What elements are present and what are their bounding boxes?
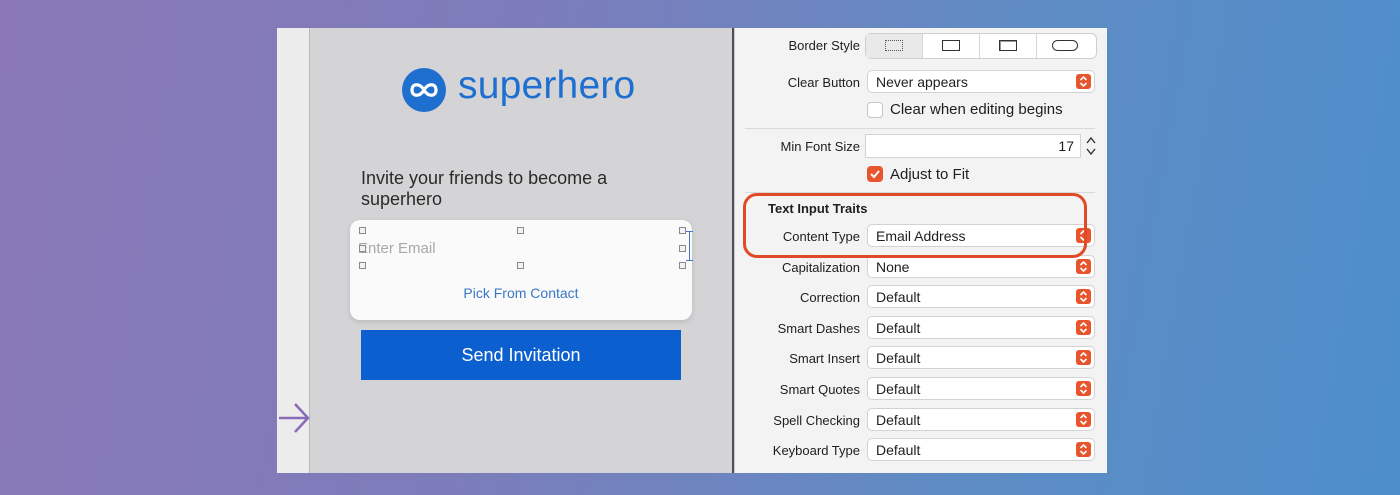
correction-value: Default — [876, 289, 921, 305]
popup-chevron-icon — [1076, 442, 1091, 457]
keyboard-type-value: Default — [876, 442, 921, 458]
email-text-field[interactable]: Enter Email — [358, 240, 436, 257]
clear-button-value: Never appears — [876, 74, 968, 90]
popup-chevron-icon — [1076, 259, 1091, 274]
resize-handle[interactable] — [679, 245, 686, 252]
popup-chevron-icon — [1076, 228, 1091, 243]
correction-popup[interactable]: Default — [867, 285, 1095, 308]
spell-checking-row: Spell Checking Default — [735, 405, 1107, 435]
text-cursor-icon — [686, 231, 693, 261]
border-line-icon — [942, 40, 960, 51]
capitalization-popup[interactable]: None — [867, 255, 1095, 278]
resize-handle[interactable] — [517, 227, 524, 234]
smart-insert-row: Smart Insert Default — [735, 343, 1107, 373]
divider — [745, 192, 1095, 193]
border-line-segment[interactable] — [923, 34, 980, 58]
adjust-to-fit-checkbox[interactable] — [867, 166, 883, 182]
entry-point-arrow-icon[interactable] — [279, 400, 311, 436]
smart-insert-value: Default — [876, 350, 921, 366]
spell-checking-value: Default — [876, 412, 921, 428]
spell-checking-label: Spell Checking — [773, 413, 860, 428]
resize-handle[interactable] — [517, 262, 524, 269]
adjust-to-fit-label: Adjust to Fit — [890, 166, 970, 183]
border-none-segment[interactable] — [866, 34, 923, 58]
popup-chevron-icon — [1076, 320, 1091, 335]
border-none-icon — [885, 40, 903, 51]
resize-handle[interactable] — [679, 227, 686, 234]
logo-text: superhero — [458, 64, 636, 107]
smart-quotes-popup[interactable]: Default — [867, 377, 1095, 400]
send-invitation-button[interactable]: Send Invitation — [361, 330, 681, 380]
smart-insert-label: Smart Insert — [789, 351, 860, 366]
clear-button-row: Clear Button Never appears — [735, 67, 1107, 97]
popup-chevron-icon — [1076, 412, 1091, 427]
invite-label: Invite your friends to become a superher… — [361, 168, 608, 209]
smart-quotes-value: Default — [876, 381, 921, 397]
border-rounded-segment[interactable] — [1037, 34, 1096, 58]
resize-handle[interactable] — [359, 245, 366, 252]
smart-dashes-row: Smart Dashes Default — [735, 313, 1107, 343]
clear-when-editing-checkbox[interactable] — [867, 102, 883, 118]
smart-quotes-row: Smart Quotes Default — [735, 374, 1107, 404]
clear-when-editing-label: Clear when editing begins — [890, 101, 1063, 118]
border-style-segmented-control[interactable] — [865, 33, 1097, 59]
smart-dashes-popup[interactable]: Default — [867, 316, 1095, 339]
resize-handle[interactable] — [359, 227, 366, 234]
invite-card: Enter Email Pick From Contact — [350, 220, 693, 320]
content-type-popup[interactable]: Email Address — [867, 224, 1095, 247]
smart-dashes-label: Smart Dashes — [777, 321, 860, 336]
border-style-row: Border Style — [735, 30, 1107, 60]
clear-button-popup[interactable]: Never appears — [867, 70, 1095, 93]
correction-label: Correction — [800, 290, 860, 305]
clear-button-label: Clear Button — [787, 75, 860, 90]
keyboard-type-row: Keyboard Type Default — [735, 435, 1107, 465]
divider — [745, 128, 1095, 129]
popup-chevron-icon — [1076, 350, 1091, 365]
content-type-label: Content Type — [782, 229, 860, 244]
keyboard-type-label: Keyboard Type — [772, 443, 860, 458]
border-bezel-icon — [999, 40, 1017, 51]
pick-from-contact-button[interactable]: Pick From Contact — [350, 285, 692, 301]
resize-handle[interactable] — [359, 262, 366, 269]
smart-quotes-label: Smart Quotes — [779, 382, 860, 397]
content-type-value: Email Address — [876, 228, 966, 244]
capitalization-label: Capitalization — [781, 260, 860, 275]
border-rounded-icon — [1052, 40, 1078, 51]
smart-dashes-value: Default — [876, 320, 921, 336]
capitalization-row: Capitalization None — [735, 252, 1107, 282]
capitalization-value: None — [876, 259, 910, 275]
popup-chevron-icon — [1076, 74, 1091, 89]
border-style-label: Border Style — [788, 38, 860, 53]
spell-checking-popup[interactable]: Default — [867, 408, 1095, 431]
xcode-window: superhero Invite your friends to become … — [277, 28, 1107, 473]
smart-insert-popup[interactable]: Default — [867, 346, 1095, 369]
border-bezel-segment[interactable] — [980, 34, 1037, 58]
min-font-size-field[interactable]: 17 — [865, 134, 1081, 158]
popup-chevron-icon — [1076, 289, 1091, 304]
keyboard-type-popup[interactable]: Default — [867, 438, 1095, 461]
resize-handle[interactable] — [679, 262, 686, 269]
text-input-traits-heading: Text Input Traits — [768, 201, 868, 216]
infinity-logo-icon — [402, 68, 446, 112]
stepper-icon[interactable] — [1084, 134, 1098, 158]
storyboard-canvas: superhero Invite your friends to become … — [310, 28, 732, 473]
attributes-inspector: Border Style Clear Button Never appears … — [734, 28, 1107, 473]
min-font-size-value: 17 — [1058, 138, 1074, 154]
content-type-row: Content Type Email Address — [735, 221, 1107, 251]
min-font-size-label: Min Font Size — [780, 139, 860, 154]
popup-chevron-icon — [1076, 381, 1091, 396]
correction-row: Correction Default — [735, 282, 1107, 312]
